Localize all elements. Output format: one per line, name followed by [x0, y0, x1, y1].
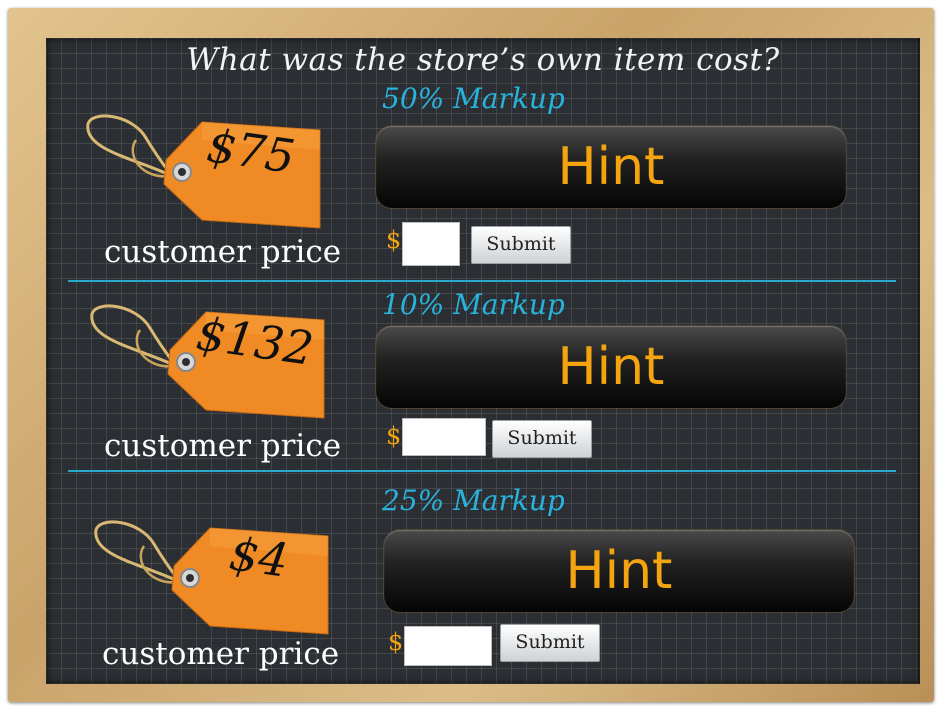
price-tag-3: $4	[82, 516, 352, 646]
markup-label-3: 25% Markup	[382, 484, 565, 517]
dollar-sign-1: $	[386, 226, 402, 254]
hint-button-1[interactable]: Hint	[376, 126, 846, 208]
price-tag-2: $132	[78, 300, 348, 430]
submit-button-1[interactable]: Submit	[471, 226, 571, 264]
customer-price-label-2: customer price	[104, 428, 342, 464]
chalkboard: What was the store’s own item cost? 50% …	[46, 38, 920, 684]
hint-button-2[interactable]: Hint	[376, 326, 846, 408]
dollar-sign-2: $	[386, 422, 402, 450]
markup-label-1: 50% Markup	[382, 82, 565, 115]
markup-label-2: 10% Markup	[382, 288, 565, 321]
answer-input-2[interactable]	[402, 418, 486, 456]
divider-2	[68, 470, 896, 472]
price-tag-1: $75	[74, 110, 344, 240]
answer-input-3[interactable]	[404, 626, 492, 666]
customer-price-label-1: customer price	[104, 234, 342, 270]
submit-button-3[interactable]: Submit	[500, 624, 600, 662]
divider-1	[68, 280, 896, 282]
dollar-sign-3: $	[388, 628, 404, 656]
customer-price-label-3: customer price	[102, 636, 340, 672]
submit-button-2[interactable]: Submit	[492, 420, 592, 458]
question-title: What was the store’s own item cost?	[186, 42, 780, 78]
answer-input-1[interactable]	[402, 222, 460, 266]
hint-button-3[interactable]: Hint	[384, 530, 854, 612]
